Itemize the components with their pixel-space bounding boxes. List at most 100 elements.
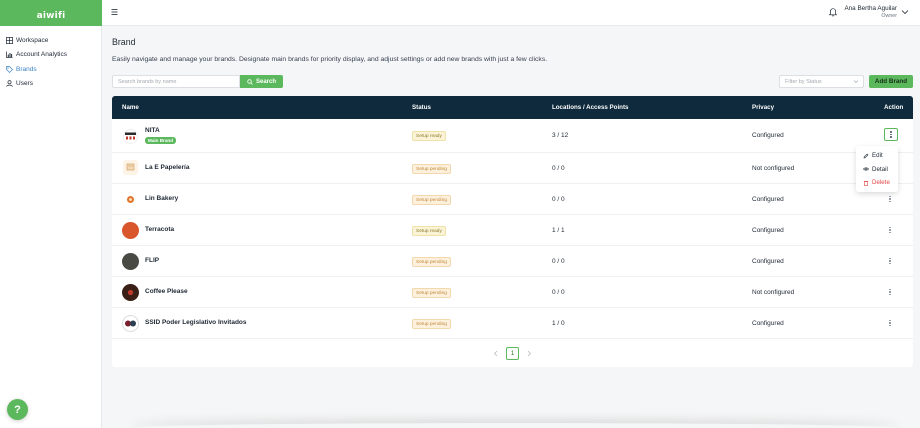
chevron-right-icon[interactable] <box>526 350 532 357</box>
sidebar-item-workspace[interactable]: Workspace <box>0 33 101 48</box>
brand-logo <box>123 129 138 144</box>
privacy-value: Configured <box>752 196 784 203</box>
table-row[interactable]: Lin Bakery Setup pending 0 / 0 Configure… <box>112 184 913 215</box>
sidebar-item-label: Brands <box>16 65 37 73</box>
row-action-menu-button[interactable] <box>887 194 893 204</box>
page-title: Brand <box>112 37 136 47</box>
locations-value: 3 / 12 <box>552 132 569 139</box>
menu-item-label: Delete <box>872 179 890 187</box>
row-action-menu-button[interactable] <box>887 287 893 297</box>
user-icon <box>5 80 13 88</box>
logo[interactable]: aiwifi <box>0 0 102 26</box>
row-action-menu-button[interactable] <box>887 256 893 266</box>
status-badge: Setup ready <box>412 131 446 141</box>
row-action-dropdown: Edit Detail Delete <box>856 146 898 192</box>
logo-text: aiwifi <box>36 10 66 21</box>
menu-item-label: Edit <box>872 152 883 160</box>
brand-logo <box>122 315 139 332</box>
menu-item-detail[interactable]: Detail <box>856 163 898 177</box>
search-button[interactable]: Search <box>240 75 283 88</box>
table-header: Name Status Locations / Access Points Pr… <box>112 96 913 119</box>
chart-icon <box>5 51 13 59</box>
column-header-action: Action <box>884 104 904 111</box>
sidebar-item-users[interactable]: Users <box>0 77 101 92</box>
page-number[interactable]: 1 <box>506 347 519 360</box>
menu-item-edit[interactable]: Edit <box>856 149 898 163</box>
column-header-status: Status <box>412 104 431 111</box>
page-description: Easily navigate and manage your brands. … <box>112 56 548 63</box>
status-badge: Setup pending <box>412 164 451 174</box>
menu-item-delete[interactable]: Delete <box>856 176 898 190</box>
table-row[interactable]: FLIP Setup pending 0 / 0 Configured <box>112 246 913 277</box>
chevron-down-icon[interactable] <box>901 9 909 15</box>
row-action-menu-button[interactable] <box>884 128 898 141</box>
add-brand-button[interactable]: Add Brand <box>869 75 913 88</box>
menu-toggle-icon[interactable] <box>111 8 119 17</box>
table-row[interactable]: Terracota Setup ready 1 / 1 Configured <box>112 215 913 246</box>
brand-name[interactable]: FLIP <box>145 257 159 264</box>
locations-value: 1 / 1 <box>552 227 565 234</box>
brand-logo <box>123 160 138 175</box>
locations-value: 0 / 0 <box>552 289 565 296</box>
sidebar-item-label: Account Analytics <box>16 51 67 59</box>
table-row[interactable]: SSID Poder Legislativo Invitados Setup p… <box>112 308 913 339</box>
brand-name[interactable]: Coffee Please <box>145 288 188 295</box>
bell-icon[interactable] <box>828 7 838 17</box>
privacy-value: Configured <box>752 132 784 139</box>
locations-value: 0 / 0 <box>552 196 565 203</box>
menu-item-label: Detail <box>872 165 888 173</box>
table-row[interactable]: Coffee Please Setup pending 0 / 0 Not co… <box>112 277 913 308</box>
privacy-value: Not configured <box>752 165 795 172</box>
locations-value: 0 / 0 <box>552 258 565 265</box>
column-header-locations: Locations / Access Points <box>552 104 629 111</box>
sidebar-item-brands[interactable]: Brands <box>0 62 101 77</box>
privacy-value: Configured <box>752 320 784 327</box>
brand-name[interactable]: SSID Poder Legislativo Invitados <box>145 319 247 326</box>
brand-name[interactable]: Terracota <box>145 226 174 233</box>
user-role: Owner <box>881 13 897 19</box>
brand-name[interactable]: NITA <box>145 127 160 134</box>
brand-name[interactable]: La E Papelería <box>145 164 189 171</box>
locations-value: 1 / 0 <box>552 320 565 327</box>
search-input[interactable] <box>112 75 240 88</box>
sidebar-item-account-analytics[interactable]: Account Analytics <box>0 48 101 63</box>
main-brand-badge: Main Brand <box>145 137 177 144</box>
brand-logo <box>122 253 139 270</box>
top-bar: Ana Bertha Aguilar Owner <box>102 0 920 26</box>
locations-value: 0 / 0 <box>552 165 565 172</box>
search-icon <box>247 78 253 85</box>
filter-placeholder: Filter by Status <box>785 78 822 85</box>
sidebar: aiwifi Workspace Account Analytics Brand… <box>0 0 102 428</box>
privacy-value: Configured <box>752 258 784 265</box>
help-button[interactable]: ? <box>7 399 28 420</box>
chevron-down-icon <box>853 79 859 84</box>
status-badge: Setup pending <box>412 319 451 329</box>
table-row[interactable]: La E Papelería Setup pending 0 / 0 Not c… <box>112 153 913 184</box>
pagination: 1 <box>112 347 913 360</box>
row-action-menu-button[interactable] <box>887 225 893 235</box>
bottom-shadow <box>130 423 900 428</box>
brand-logo <box>123 192 138 207</box>
sidebar-nav: Workspace Account Analytics Brands Users <box>0 33 101 91</box>
pencil-icon <box>863 153 869 159</box>
status-badge: Setup pending <box>412 195 451 205</box>
privacy-value: Configured <box>752 227 784 234</box>
search-button-label: Search <box>255 78 276 85</box>
grid-icon <box>5 36 13 44</box>
status-filter-select[interactable]: Filter by Status <box>779 75 864 88</box>
user-menu[interactable]: Ana Bertha Aguilar Owner <box>841 5 897 19</box>
brands-table: Name Status Locations / Access Points Pr… <box>112 96 913 367</box>
column-header-name: Name <box>122 104 139 111</box>
row-action-menu-button[interactable] <box>887 318 893 328</box>
status-badge: Setup pending <box>412 257 451 267</box>
status-badge: Setup ready <box>412 226 446 236</box>
chevron-left-icon[interactable] <box>493 350 499 357</box>
column-header-privacy: Privacy <box>752 104 775 111</box>
table-row[interactable]: NITA Main Brand Setup ready 3 / 12 Confi… <box>112 119 913 153</box>
brand-logo <box>122 284 139 301</box>
brand-name[interactable]: Lin Bakery <box>145 195 178 202</box>
tag-icon <box>5 65 13 73</box>
privacy-value: Not configured <box>752 289 795 296</box>
brand-logo <box>122 222 139 239</box>
sidebar-item-label: Workspace <box>16 36 49 44</box>
